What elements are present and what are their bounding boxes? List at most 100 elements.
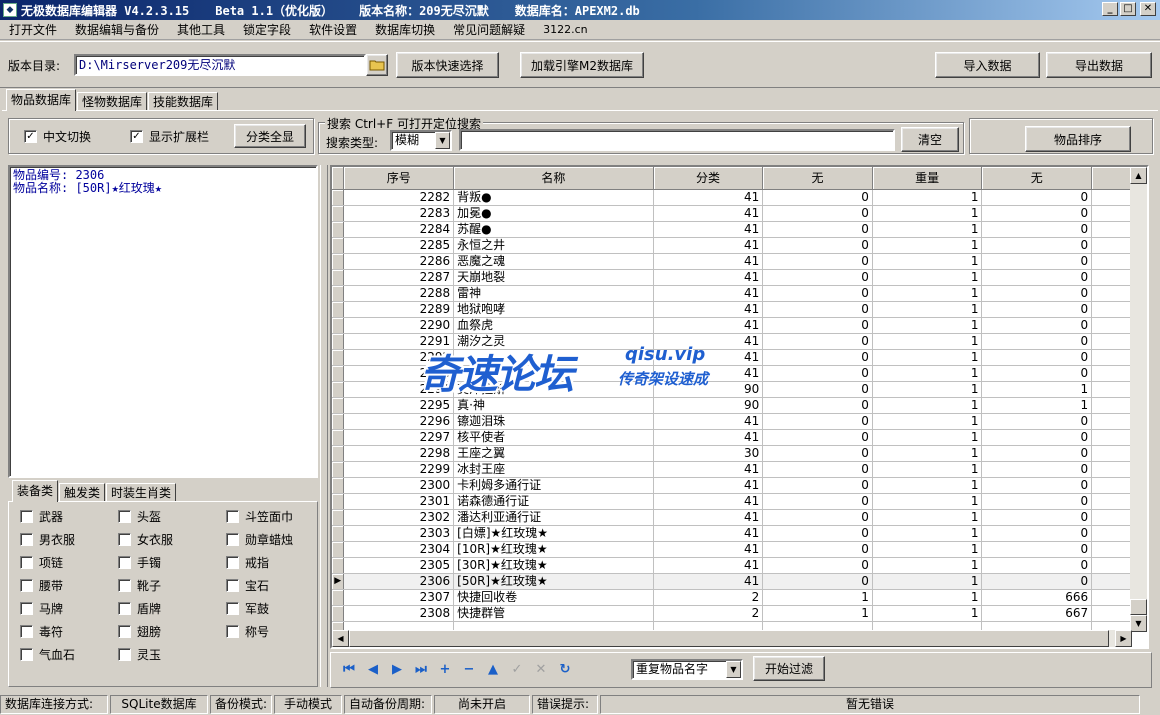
cell-id[interactable]: 2292 xyxy=(343,349,455,366)
horizontal-scroll-thumb[interactable] xyxy=(349,630,1109,647)
cell-none-2[interactable]: 0 xyxy=(981,285,1093,302)
menu-other-tools[interactable]: 其他工具 xyxy=(168,21,234,39)
export-data-button[interactable]: 导出数据 xyxy=(1046,52,1152,78)
cell-name[interactable]: 血祭虎 xyxy=(453,317,654,334)
row-indicator[interactable] xyxy=(332,381,345,398)
row-indicator[interactable]: ▶ xyxy=(332,573,345,590)
cell-id[interactable]: 2299 xyxy=(343,461,455,478)
tab-trigger[interactable]: 触发类 xyxy=(59,483,106,502)
cell-id[interactable]: 2298 xyxy=(343,445,455,462)
cell-name[interactable]: 永恒之井 xyxy=(453,237,654,254)
cell-weight[interactable]: 1 xyxy=(872,301,983,318)
cell-id[interactable]: 2305 xyxy=(343,557,455,574)
cell-name[interactable]: 加冕● xyxy=(453,205,654,222)
table-row[interactable]: 2287 天崩地裂 41 0 1 0 xyxy=(332,269,1132,286)
cell-weight[interactable]: 1 xyxy=(872,525,983,542)
row-indicator[interactable] xyxy=(332,269,345,286)
category-checkbox[interactable]: 马牌 xyxy=(20,600,63,617)
cell-none-1[interactable]: 0 xyxy=(762,429,873,446)
cell-none-1[interactable]: 0 xyxy=(762,349,873,366)
cell-weight[interactable]: 1 xyxy=(872,253,983,270)
sort-items-button[interactable]: 物品排序 xyxy=(1025,126,1131,152)
cell-weight[interactable]: 1 xyxy=(872,589,983,606)
category-checkbox[interactable]: 腰带 xyxy=(20,577,63,594)
row-indicator[interactable] xyxy=(332,461,345,478)
cell-name[interactable]: 背叛● xyxy=(453,189,654,206)
cell-none-1[interactable]: 0 xyxy=(762,333,873,350)
cell-id[interactable]: 2284 xyxy=(343,221,455,238)
search-type-select[interactable]: 模糊 ▼ xyxy=(390,130,452,151)
cell-id[interactable]: 2301 xyxy=(343,493,455,510)
cell-name[interactable]: 地狱咆哮 xyxy=(453,301,654,318)
cell-weight[interactable]: 1 xyxy=(872,237,983,254)
cell-id[interactable]: 2289 xyxy=(343,301,455,318)
row-indicator[interactable] xyxy=(332,525,345,542)
row-indicator[interactable] xyxy=(332,413,345,430)
cell-id[interactable]: 2288 xyxy=(343,285,455,302)
cell-id[interactable]: 2286 xyxy=(343,253,455,270)
cell-none-2[interactable]: 0 xyxy=(981,509,1093,526)
cell-weight[interactable]: 1 xyxy=(872,509,983,526)
close-button[interactable]: ✕ xyxy=(1140,2,1156,16)
table-row[interactable]: 2283 加冕● 41 0 1 0 xyxy=(332,205,1132,222)
cell-none-1[interactable]: 0 xyxy=(762,493,873,510)
category-checkbox[interactable]: 头盔 xyxy=(118,508,161,525)
horizontal-scrollbar[interactable]: ◀ ▶ xyxy=(332,630,1132,647)
scroll-left-icon[interactable]: ◀ xyxy=(332,630,349,647)
cell-id[interactable]: 2296 xyxy=(343,413,455,430)
cell-category[interactable]: 2 xyxy=(653,605,764,622)
scroll-right-icon[interactable]: ▶ xyxy=(1115,630,1132,647)
cell-name[interactable]: 雷神 xyxy=(453,285,654,302)
header-col-weight[interactable]: 重量 xyxy=(872,167,983,190)
cell-weight[interactable]: 1 xyxy=(872,429,983,446)
category-checkbox[interactable]: 翅膀 xyxy=(118,623,161,640)
cell-none-1[interactable]: 0 xyxy=(762,413,873,430)
cell-none-1[interactable]: 0 xyxy=(762,381,873,398)
cell-name[interactable]: 潮汐之灵 xyxy=(453,333,654,350)
cell-name[interactable]: [白嫖]★红玫瑰★ xyxy=(453,525,654,542)
category-checkbox[interactable]: 称号 xyxy=(226,623,269,640)
cell-none-1[interactable]: 0 xyxy=(762,317,873,334)
cell-weight[interactable]: 1 xyxy=(872,333,983,350)
cell-id[interactable]: 2293 xyxy=(343,365,455,382)
category-checkbox[interactable]: 宝石 xyxy=(226,577,269,594)
menu-faq[interactable]: 常见问题解疑 xyxy=(444,21,534,39)
cell-id[interactable]: 2294 xyxy=(343,381,455,398)
cell-weight[interactable]: 1 xyxy=(872,557,983,574)
cell-none-2[interactable]: 0 xyxy=(981,189,1093,206)
cell-category[interactable]: 41 xyxy=(653,285,764,302)
row-indicator[interactable] xyxy=(332,397,345,414)
table-row[interactable]: 2301 诺森德通行证 41 0 1 0 xyxy=(332,493,1132,510)
chevron-down-icon[interactable]: ▼ xyxy=(435,132,450,149)
nav-first-icon[interactable]: ⏮ xyxy=(338,660,360,680)
row-indicator[interactable] xyxy=(332,285,345,302)
cell-category[interactable]: 41 xyxy=(653,365,764,382)
cell-category[interactable]: 41 xyxy=(653,493,764,510)
cell-category[interactable]: 41 xyxy=(653,237,764,254)
row-indicator[interactable] xyxy=(332,477,345,494)
nav-prior-icon[interactable]: ◀ xyxy=(362,660,384,680)
category-checkbox[interactable]: 女衣服 xyxy=(118,531,173,548)
cell-name[interactable]: [50R]★红玫瑰★ xyxy=(453,573,654,590)
cell-none-2[interactable]: 0 xyxy=(981,525,1093,542)
start-filter-button[interactable]: 开始过滤 xyxy=(753,656,825,681)
row-indicator[interactable] xyxy=(332,237,345,254)
table-row[interactable]: 2308 快捷群管 2 1 1 667 xyxy=(332,605,1132,622)
cell-none-2[interactable]: 0 xyxy=(981,349,1093,366)
cell-none-2[interactable]: 0 xyxy=(981,541,1093,558)
scroll-up-icon[interactable]: ▲ xyxy=(1130,167,1147,184)
table-row[interactable]: 2299 冰封王座 41 0 1 0 xyxy=(332,461,1132,478)
table-row[interactable]: 2290 血祭虎 41 0 1 0 xyxy=(332,317,1132,334)
row-indicator[interactable] xyxy=(332,317,345,334)
cell-none-1[interactable]: 1 xyxy=(762,589,873,606)
table-row[interactable]: ▶ 2306 [50R]★红玫瑰★ 41 0 1 0 xyxy=(332,573,1132,590)
nav-insert-icon[interactable]: + xyxy=(434,660,456,680)
cell-weight[interactable]: 1 xyxy=(872,461,983,478)
cell-category[interactable]: 41 xyxy=(653,333,764,350)
cell-none-1[interactable]: 0 xyxy=(762,205,873,222)
row-indicator[interactable] xyxy=(332,509,345,526)
cell-none-2[interactable]: 0 xyxy=(981,429,1093,446)
tab-equipment[interactable]: 装备类 xyxy=(12,480,59,502)
row-indicator[interactable] xyxy=(332,493,345,510)
cell-none-1[interactable]: 0 xyxy=(762,269,873,286)
